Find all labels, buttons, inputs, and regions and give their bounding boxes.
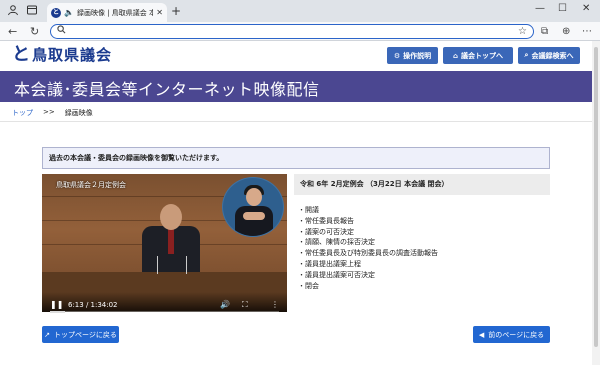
web-page: と 鳥取県議会 ⚙ 操作説明 ⌂ 議会トップへ ⌕ 会議録検索へ 本会議･委員会… — [0, 41, 592, 365]
agenda-item[interactable]: 請願、陳情の採否決定 — [298, 237, 438, 248]
video-player[interactable]: 鳥取県議会２月定例会 ❚❚ 6:13 / 1:34:02 🔊 ⛶ ⋮ — [42, 174, 287, 312]
search-icon — [57, 25, 66, 39]
browser-toolbar: ← ↻ ☆ ⧉ ⊕ ⋯ — [0, 22, 600, 41]
profile-icon[interactable] — [6, 4, 20, 18]
back-to-top-button[interactable]: ↗ トップページに戻る — [42, 326, 119, 343]
pause-icon[interactable]: ❚❚ — [50, 300, 63, 310]
tab-title: 録画映像 | 鳥取県議会 本会議 — [76, 8, 154, 17]
microphones — [157, 256, 187, 274]
page-title: 本会議･委員会等インターネット映像配信 — [14, 80, 320, 99]
previous-page-label: 前のページに戻る — [488, 330, 545, 339]
address-bar[interactable] — [50, 24, 534, 39]
notice-box: 過去の本会議・委員会の録画映像を御覧いただけます。 — [42, 147, 550, 169]
agenda-item[interactable]: 閉会 — [298, 281, 438, 292]
minutes-search-label: 会議録検索へ — [531, 51, 574, 60]
gear-icon: ⚙ — [393, 51, 401, 60]
agenda-item[interactable]: 議案の可否決定 — [298, 227, 438, 238]
site-logo[interactable]: と 鳥取県議会 — [12, 44, 113, 65]
agenda-item[interactable]: 議員提出議案可否決定 — [298, 270, 438, 281]
reload-icon[interactable]: ↻ — [30, 24, 39, 39]
logo-mark: と — [12, 44, 30, 65]
maximize-icon[interactable]: ☐ — [558, 3, 567, 14]
site-header: と 鳥取県議会 ⚙ 操作説明 ⌂ 議会トップへ ⌕ 会議録検索へ — [0, 41, 592, 71]
back-icon[interactable]: ← — [8, 24, 17, 39]
operation-guide-button[interactable]: ⚙ 操作説明 — [387, 47, 438, 64]
video-overlay-title: 鳥取県議会２月定例会 — [56, 181, 126, 189]
left-triangle-icon: ◀ — [478, 330, 485, 339]
new-tab-icon[interactable]: + — [171, 4, 181, 18]
home-icon: ⌂ — [452, 51, 458, 60]
video-time: 6:13 / 1:34:02 — [68, 301, 118, 309]
sign-language-interpreter — [222, 177, 284, 237]
tabs-icon[interactable]: ⧉ — [541, 24, 548, 39]
agenda-item[interactable]: 議員提出議案上程 — [298, 259, 438, 270]
fullscreen-icon[interactable]: ⛶ — [242, 300, 248, 310]
breadcrumb-separator: >> — [43, 108, 55, 116]
video-progress-bar[interactable] — [50, 311, 279, 313]
site-favicon: と — [51, 7, 61, 18]
session-title: 令和 6年 2月定例会 （3月22日 本会議 閉会） — [294, 174, 550, 195]
divider — [0, 121, 592, 122]
video-progress-fill — [50, 311, 66, 313]
previous-page-button[interactable]: ◀ 前のページに戻る — [473, 326, 550, 343]
agenda-item[interactable]: 開議 — [298, 205, 438, 216]
logo-text: 鳥取県議会 — [32, 46, 113, 64]
search-icon: ⌕ — [524, 51, 529, 59]
operation-guide-label: 操作説明 — [403, 51, 432, 60]
close-icon[interactable]: ✕ — [156, 8, 163, 17]
video-controls: ❚❚ 6:13 / 1:34:02 🔊 ⛶ ⋮ — [42, 292, 287, 312]
browser-tab-strip: と 🔈 録画映像 | 鳥取県議会 本会議 ✕ + — ☐ ✕ — [0, 0, 600, 22]
tab-actions-icon[interactable] — [25, 4, 39, 18]
external-arrow-icon: ↗ — [44, 330, 50, 339]
agenda-list: 開議 常任委員長報告 議案の可否決定 請願、陳情の採否決定 常任委員長及び特別委… — [298, 205, 438, 291]
scrollbar-thumb[interactable] — [594, 47, 598, 347]
more-icon[interactable]: ⋯ — [582, 24, 592, 39]
browser-tab-active[interactable]: と 🔈 録画映像 | 鳥取県議会 本会議 ✕ — [47, 3, 167, 22]
session-info-panel: 令和 6年 2月定例会 （3月22日 本会議 閉会） 開議 常任委員長報告 議案… — [294, 174, 550, 312]
assembly-top-label: 議会トップへ — [461, 51, 503, 60]
breadcrumb: トップ >> 録画映像 — [12, 108, 93, 118]
window-close-icon[interactable]: ✕ — [582, 3, 590, 14]
breadcrumb-current: 録画映像 — [64, 109, 93, 117]
favorites-icon[interactable]: ☆ — [518, 24, 527, 39]
minimize-icon[interactable]: — — [535, 3, 545, 14]
collections-icon[interactable]: ⊕ — [562, 24, 570, 39]
speaker-icon[interactable]: 🔈 — [64, 8, 74, 17]
breadcrumb-home-link[interactable]: トップ — [12, 108, 33, 118]
agenda-item[interactable]: 常任委員長及び特別委員長の調査活動報告 — [298, 248, 438, 259]
minutes-search-button[interactable]: ⌕ 会議録検索へ — [518, 47, 580, 64]
back-to-top-label: トップページに戻る — [54, 330, 117, 339]
agenda-item[interactable]: 常任委員長報告 — [298, 216, 438, 227]
page-banner: 本会議･委員会等インターネット映像配信 — [0, 71, 592, 102]
assembly-top-button[interactable]: ⌂ 議会トップへ — [443, 47, 513, 64]
page-scrollbar[interactable] — [592, 41, 600, 365]
volume-icon[interactable]: 🔊 — [220, 300, 230, 310]
more-options-icon[interactable]: ⋮ — [271, 300, 279, 310]
